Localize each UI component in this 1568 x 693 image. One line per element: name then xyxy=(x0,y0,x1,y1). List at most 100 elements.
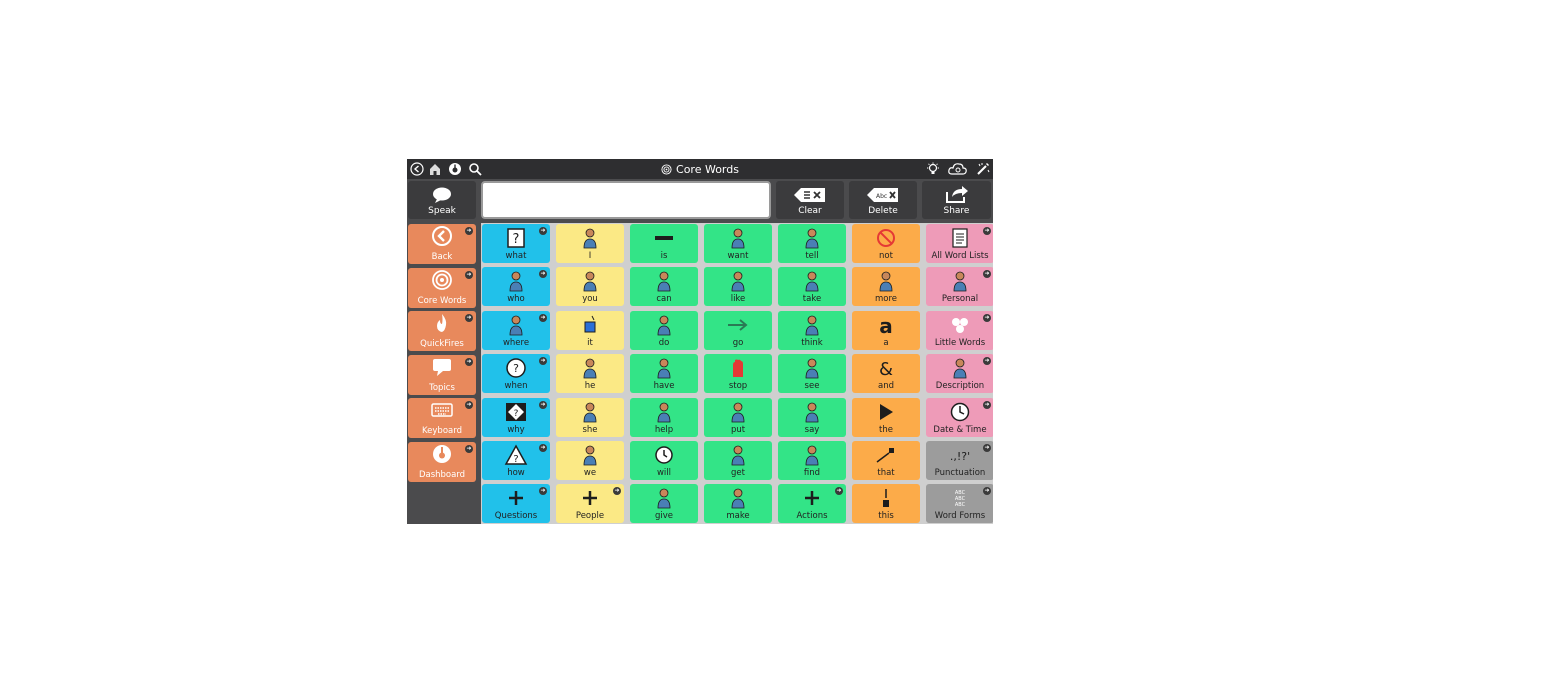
word-button-people[interactable]: People ➜ xyxy=(556,484,624,524)
word-label: what xyxy=(505,251,527,261)
word-button-have[interactable]: have xyxy=(630,354,698,394)
make-symbol-icon xyxy=(726,487,750,509)
word-label: that xyxy=(877,468,895,478)
word-label: All Word Lists xyxy=(931,251,989,261)
word-button-what[interactable]: ? what ➜ xyxy=(482,224,550,263)
link-arrow-icon: ➜ xyxy=(539,227,547,235)
word-button-is[interactable]: is xyxy=(630,224,698,263)
word-button-who[interactable]: who ➜ xyxy=(482,267,550,307)
word-button-where[interactable]: where ➜ xyxy=(482,310,550,350)
link-arrow-icon: ➜ xyxy=(983,227,991,235)
word-button-how[interactable]: ? how ➜ xyxy=(482,441,550,480)
word-button-put[interactable]: put xyxy=(704,397,772,437)
word-button-help[interactable]: help xyxy=(630,397,698,437)
word-button-take[interactable]: take xyxy=(778,267,846,307)
sidebar-item-quickfires[interactable]: QuickFires ➜ xyxy=(408,311,476,351)
word-label: he xyxy=(584,381,596,392)
think-symbol-icon xyxy=(800,314,824,336)
delete-label: Delete xyxy=(868,206,898,216)
word-button-little-words[interactable]: Little Words ➜ xyxy=(926,310,993,350)
word-button-when[interactable]: ? when ➜ xyxy=(482,354,550,394)
search-icon[interactable] xyxy=(467,161,483,177)
word-button-think[interactable]: think xyxy=(778,310,846,350)
word-button-word-forms[interactable]: ABC ABC ABC Word Forms ➜ xyxy=(926,484,993,524)
sidebar-item-label: Dashboard xyxy=(418,469,466,480)
word-button-give[interactable]: give xyxy=(630,484,698,524)
lightbulb-icon[interactable] xyxy=(925,161,941,177)
word-button-tell[interactable]: tell xyxy=(778,224,846,263)
word-button-actions[interactable]: Actions ➜ xyxy=(778,484,846,524)
little-words-symbol-icon xyxy=(948,314,972,336)
that-symbol-icon xyxy=(874,444,898,466)
word-button-say[interactable]: say xyxy=(778,397,846,437)
share-button[interactable]: Share xyxy=(922,181,991,219)
home-icon[interactable] xyxy=(427,161,443,177)
word-button-personal[interactable]: Personal ➜ xyxy=(926,267,993,307)
top-bar: Core Words xyxy=(407,159,993,179)
word-button-a[interactable]: aa xyxy=(852,310,920,350)
sidebar-item-core-words[interactable]: Core Words ➜ xyxy=(408,267,476,308)
word-button-description[interactable]: Description ➜ xyxy=(926,354,993,394)
sidebar-item-back[interactable]: Back ➜ xyxy=(408,224,476,264)
word-button-you[interactable]: you xyxy=(556,267,624,307)
word-button-i[interactable]: I xyxy=(556,224,624,263)
word-button-he[interactable]: he xyxy=(556,354,624,394)
word-label: Personal xyxy=(941,294,979,305)
word-button-not[interactable]: not xyxy=(852,224,920,263)
sidebar-item-topics[interactable]: Topics ➜ xyxy=(408,354,476,395)
word-button-can[interactable]: can xyxy=(630,267,698,307)
cloud-sync-icon[interactable] xyxy=(947,161,969,177)
word-button-punctuation[interactable]: .,!?' Punctuation ➜ xyxy=(926,441,993,480)
sidebar-item-keyboard[interactable]: Keyboard ➜ xyxy=(408,398,476,438)
word-button-more[interactable]: more xyxy=(852,267,920,307)
word-button-will[interactable]: will xyxy=(630,441,698,480)
word-button-date-time[interactable]: Date & Time ➜ xyxy=(926,397,993,437)
word-button-like[interactable]: like xyxy=(704,267,772,307)
it-symbol-icon xyxy=(578,314,602,336)
word-button-why[interactable]: ? why ➜ xyxy=(482,397,550,437)
link-arrow-icon: ➜ xyxy=(465,444,473,453)
word-button-that[interactable]: that xyxy=(852,441,920,480)
word-label: not xyxy=(879,251,893,261)
word-label: get xyxy=(731,468,745,478)
all-word-lists-symbol-icon xyxy=(948,227,972,249)
word-button-it[interactable]: it xyxy=(556,310,624,350)
put-symbol-icon xyxy=(726,401,750,423)
sidebar-item-dashboard[interactable]: Dashboard ➜ xyxy=(408,441,476,482)
word-button-she[interactable]: she xyxy=(556,397,624,437)
dashboard-icon[interactable] xyxy=(447,161,463,177)
delete-button[interactable]: Abc Delete xyxy=(849,181,917,219)
word-button-the[interactable]: the xyxy=(852,397,920,437)
link-arrow-icon: ➜ xyxy=(465,270,473,279)
speak-button[interactable]: Speak xyxy=(408,181,476,219)
link-arrow-icon: ➜ xyxy=(835,487,843,496)
word-label: take xyxy=(802,294,822,305)
word-label: we xyxy=(583,468,597,478)
word-button-get[interactable]: get xyxy=(704,441,772,480)
back-circle-icon[interactable] xyxy=(409,161,425,177)
word-button-find[interactable]: find xyxy=(778,441,846,480)
word-button-questions[interactable]: Questions ➜ xyxy=(482,484,550,524)
word-label: People xyxy=(575,511,605,522)
word-label: have xyxy=(653,381,675,392)
word-button-we[interactable]: we xyxy=(556,441,624,480)
clear-button[interactable]: Clear xyxy=(776,181,844,219)
who-symbol-icon xyxy=(504,270,528,292)
flame-icon xyxy=(431,312,453,338)
get-symbol-icon xyxy=(726,444,750,466)
svg-text:?: ? xyxy=(513,454,518,465)
word-label: will xyxy=(656,468,672,478)
link-arrow-icon: ➜ xyxy=(465,401,473,409)
word-button-all-word-lists[interactable]: All Word Lists ➜ xyxy=(926,224,993,263)
word-button-stop[interactable]: stop xyxy=(704,354,772,394)
word-button-want[interactable]: want xyxy=(704,224,772,263)
word-button-this[interactable]: this xyxy=(852,484,920,524)
word-button-make[interactable]: make xyxy=(704,484,772,524)
word-button-see[interactable]: see xyxy=(778,354,846,394)
word-button-do[interactable]: do xyxy=(630,310,698,350)
clear-label: Clear xyxy=(798,206,822,216)
message-bar[interactable] xyxy=(481,181,771,219)
word-button-go[interactable]: go xyxy=(704,310,772,350)
word-button-and[interactable]: & and xyxy=(852,354,920,394)
edit-settings-icon[interactable] xyxy=(975,161,991,177)
